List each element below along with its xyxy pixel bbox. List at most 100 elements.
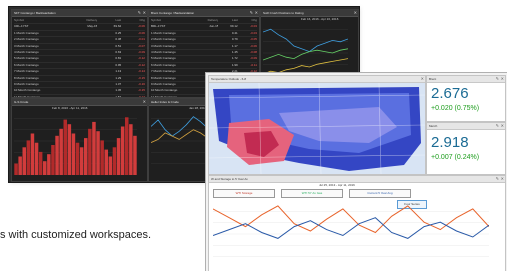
bar xyxy=(133,135,137,175)
delivery-cell xyxy=(199,37,218,42)
series-toggle-5y-avg[interactable]: Current 5 Year Avg xyxy=(349,189,411,198)
col-header: Symbol xyxy=(14,18,25,22)
screenshot-composite: SFT Contango / Backwardation ✎ ✕ Symbol … xyxy=(0,0,507,271)
symbol-cell: 9 Month Contango xyxy=(14,81,39,86)
bar xyxy=(92,121,96,175)
series-toggle-storage[interactable]: WTI Storage xyxy=(213,189,275,198)
symbol-cell: 7 Month Contango xyxy=(151,69,176,74)
symbol-cell: 2 Month Contango xyxy=(14,37,39,42)
col-header: Chg xyxy=(139,18,145,22)
edit-icon[interactable]: ✎ xyxy=(496,176,499,182)
delivery-cell xyxy=(199,63,218,68)
gs-crude-bar-chart xyxy=(14,117,137,175)
panel-wti-contango: SFT Contango / Backwardation ✎ ✕ Symbol … xyxy=(11,9,148,98)
bar xyxy=(43,161,47,175)
delivery-cell xyxy=(74,50,98,55)
bar xyxy=(30,133,35,175)
last-cell: 0.25 xyxy=(115,30,122,35)
quote-title: Merch xyxy=(429,124,438,128)
panel-header: SFT Contango / Backwardation ✎ ✕ xyxy=(12,10,147,17)
bar xyxy=(47,154,51,175)
quote-value: 2.676 xyxy=(431,85,469,102)
bar xyxy=(120,126,125,175)
bar xyxy=(14,163,18,175)
symbol-cell: 3 Month Contango xyxy=(151,43,176,48)
col-header: Last xyxy=(232,18,238,22)
change-cell: -0.03 xyxy=(250,24,257,29)
caption-text: s with customized workspaces. xyxy=(0,229,151,241)
bar xyxy=(96,131,100,175)
change-cell: -0.01 xyxy=(138,37,145,42)
close-icon[interactable]: ✕ xyxy=(501,176,504,182)
symbol-cell: 6 Month Contango xyxy=(151,62,176,67)
symbol-cell: 4 Month Contango xyxy=(14,49,39,54)
close-icon[interactable]: ✕ xyxy=(354,10,357,16)
edit-icon[interactable]: ✎ xyxy=(496,76,499,82)
panel-title: G-S Crude xyxy=(14,100,29,104)
panel-header: Merch ✎ ✕ xyxy=(427,123,505,130)
close-icon[interactable]: ✕ xyxy=(501,76,504,82)
panel-quote-brent: Brent ✎ ✕ 2.676 +0.020 (0.75%) xyxy=(426,75,506,122)
edit-icon[interactable]: ✎ xyxy=(496,123,499,129)
last-cell: 1.17 xyxy=(231,43,238,48)
symbol-cell: 4 Month Contango xyxy=(151,49,176,54)
delivery-cell xyxy=(74,88,98,93)
close-icon[interactable]: ✕ xyxy=(143,10,146,16)
bar xyxy=(59,128,63,175)
change-cell: -0.12 xyxy=(138,56,145,61)
light-workspace-window: Temperature Outlook - 6-8 ✕ Brent ✎ ✕ 2.… xyxy=(205,72,507,271)
bar xyxy=(38,151,43,175)
close-icon[interactable]: ✕ xyxy=(501,123,504,129)
symbol-cell: 5 Month Contango xyxy=(14,56,39,61)
bar xyxy=(108,156,113,175)
quote-title: Brent xyxy=(429,77,437,81)
change-cell: -0.15 xyxy=(138,75,145,80)
change-cell: -0.07 xyxy=(138,43,145,48)
last-cell: 0.38 xyxy=(115,37,122,42)
delivery-cell xyxy=(74,63,98,68)
quote-change: +0.007 (0.24%) xyxy=(431,154,480,161)
col-header: Last xyxy=(115,18,122,22)
change-cell: -0.09 xyxy=(250,56,257,61)
symbol-cell: 8 Month Contango xyxy=(151,75,176,80)
close-icon[interactable]: ✕ xyxy=(421,76,424,82)
pin-icon[interactable]: ✎ xyxy=(138,10,141,16)
delivery-cell xyxy=(74,82,98,87)
last-cell: 69.62 xyxy=(113,24,122,29)
last-cell: 0.51 xyxy=(115,43,122,48)
symbol-cell: 2 Month Contango xyxy=(151,37,176,42)
last-cell: 0.79 xyxy=(231,37,238,42)
delivery-cell xyxy=(199,56,218,61)
delivery-cell xyxy=(74,37,98,42)
symbol-cell: 1 Month Contango xyxy=(14,30,39,35)
symbol-cell: 3 Month Contango xyxy=(14,43,39,48)
last-cell: 1.13 xyxy=(115,69,122,74)
change-cell: -0.09 xyxy=(138,49,145,54)
delivery-cell: Jun-15 xyxy=(209,24,219,29)
symbol-cell: 7 Month Contango xyxy=(14,69,39,74)
symbol-cell: BRL-1YST xyxy=(151,24,166,29)
delivery-cell xyxy=(74,69,98,74)
delivery-cell xyxy=(74,56,98,61)
bar xyxy=(67,124,72,175)
bar xyxy=(71,133,76,175)
panel-title: SFT Contango / Backwardation xyxy=(14,11,56,15)
close-icon[interactable]: ✕ xyxy=(143,99,146,105)
series-toggle-5y-gas[interactable]: WTI 5Y Av Gas xyxy=(281,189,343,198)
last-cell: 0.41 xyxy=(231,30,238,35)
bar xyxy=(84,138,88,175)
last-cell: 1.37 xyxy=(115,81,122,86)
panel-title: Brent Contango / Backwardation xyxy=(151,11,195,15)
close-icon[interactable]: ✕ xyxy=(255,10,258,16)
col-header: Delivery xyxy=(207,18,219,22)
bar xyxy=(22,147,26,175)
last-cell: 1.45 xyxy=(231,49,238,54)
col-header: Delivery xyxy=(86,18,98,22)
last-cell: 69.12 xyxy=(230,24,238,29)
last-cell: 0.95 xyxy=(115,62,122,67)
bar xyxy=(104,149,108,175)
pin-icon[interactable]: ✎ xyxy=(250,10,253,16)
change-cell: -0.06 xyxy=(138,24,145,29)
col-header: Chg xyxy=(251,18,257,22)
panel-header: Temperature Outlook - 6-8 ✕ xyxy=(209,76,425,83)
